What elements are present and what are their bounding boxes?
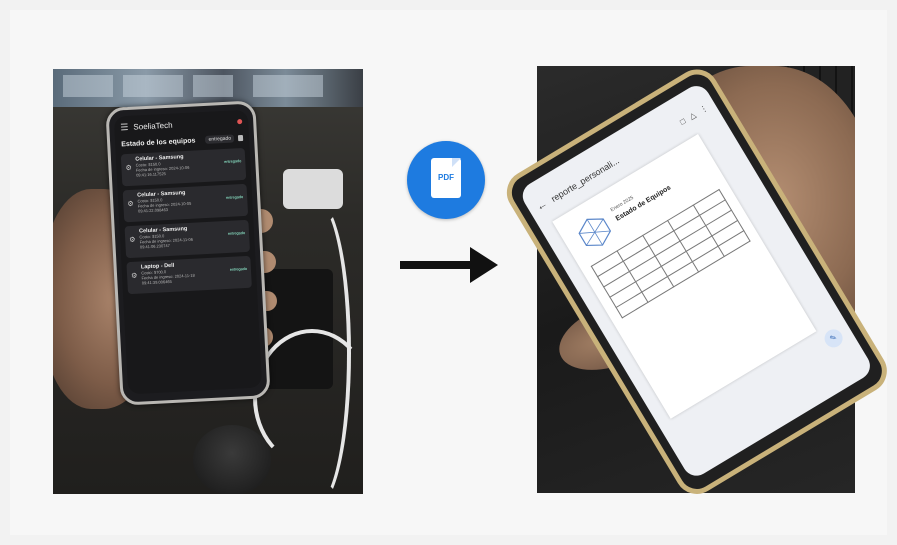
- phonelink-icon: ⚙: [129, 236, 136, 245]
- equipment-card[interactable]: ⚙ Laptop - Dell Costo: $700.0 Fecha de i…: [126, 255, 252, 295]
- equipment-card[interactable]: ⚙ Celular - Samsung Costo: $150.0 Fecha …: [122, 183, 249, 223]
- phone-left-screen: ☰ SoeliaTech Estado de los equipos entre…: [113, 109, 263, 395]
- phonelink-icon: ⚙: [125, 164, 132, 173]
- edit-icon[interactable]: ✎: [821, 326, 846, 351]
- share-icon[interactable]: □: [678, 116, 687, 126]
- pdf-document-icon: PDF: [431, 158, 461, 198]
- status-dot: [237, 118, 243, 124]
- app-title: SoeliaTech: [133, 120, 173, 132]
- arrow-back-icon[interactable]: ←: [534, 198, 550, 214]
- arrow-head: [470, 247, 498, 283]
- phone-left: ☰ SoeliaTech Estado de los equipos entre…: [105, 100, 271, 406]
- pdf-label: PDF: [438, 173, 454, 182]
- drive-icon[interactable]: △: [687, 110, 697, 121]
- phonelink-icon: ⚙: [127, 200, 134, 209]
- pdf-file-icon: PDF: [407, 141, 485, 219]
- monitor-background: [53, 69, 363, 107]
- section-title: Estado de los equipos: [121, 136, 196, 148]
- phonelink-icon: ⚙: [130, 272, 138, 281]
- company-logo-icon: [578, 218, 612, 247]
- arrow-right-icon: [400, 261, 472, 269]
- menu-icon[interactable]: ☰: [120, 121, 129, 132]
- wireless-charger: [193, 425, 271, 494]
- equipment-card[interactable]: ⚙ Celular - Samsung Costo: $150.0 Fecha …: [124, 219, 251, 259]
- pdf-export-icon[interactable]: [237, 134, 244, 142]
- more-vert-icon[interactable]: ⋮: [698, 103, 709, 115]
- filter-dropdown[interactable]: entregado: [205, 134, 235, 144]
- equipment-card[interactable]: ⚙ Celular - Samsung Costo: $150.0 Fecha …: [120, 147, 247, 187]
